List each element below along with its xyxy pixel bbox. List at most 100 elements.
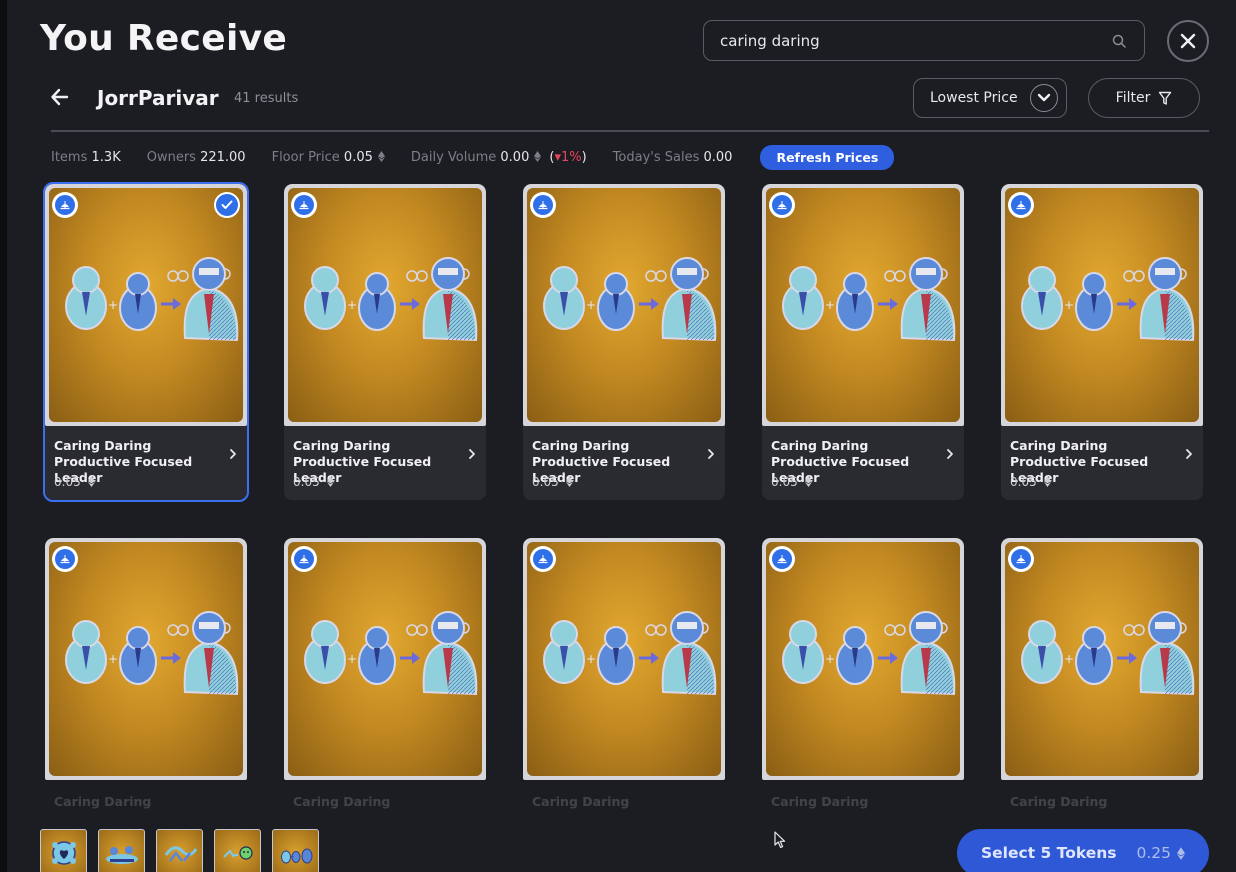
token-image: + bbox=[766, 542, 960, 776]
chevron-right-icon[interactable] bbox=[229, 448, 237, 460]
stat-floor-price: Floor Price 0.05 bbox=[272, 150, 385, 165]
svg-text:+: + bbox=[825, 298, 835, 312]
svg-text:+: + bbox=[347, 298, 357, 312]
svg-text:+: + bbox=[108, 298, 118, 312]
token-price: 0.05 bbox=[54, 475, 95, 489]
token-title: Caring Daring Productive bbox=[1010, 794, 1108, 809]
chain-badge-icon bbox=[1008, 192, 1034, 218]
token-card[interactable]: + Caring Daring Productive Focused Leade… bbox=[523, 184, 725, 500]
stat-floor-value: 0.05 bbox=[343, 149, 373, 165]
svg-text:+: + bbox=[825, 652, 835, 666]
token-artwork: + bbox=[65, 611, 239, 696]
token-price: 0.05 bbox=[1010, 475, 1051, 489]
page-title: You Receive bbox=[40, 18, 288, 59]
stat-owners-value: 221.00 bbox=[200, 149, 246, 165]
selected-token-thumb[interactable] bbox=[156, 829, 203, 872]
search-input[interactable] bbox=[720, 31, 1110, 50]
stat-items-label: Items bbox=[51, 149, 88, 165]
token-artwork: + bbox=[1021, 257, 1195, 342]
token-price-value: 0.05 bbox=[1010, 475, 1037, 489]
svg-text:+: + bbox=[108, 652, 118, 666]
token-card[interactable]: + Caring Daring Productive bbox=[45, 538, 247, 810]
token-image: + bbox=[766, 188, 960, 422]
token-art-thumb bbox=[105, 845, 138, 864]
token-image: + bbox=[49, 542, 243, 776]
close-button[interactable] bbox=[1167, 20, 1209, 62]
stat-owners-label: Owners bbox=[146, 149, 196, 165]
token-image-frame: + bbox=[45, 538, 247, 780]
token-image: + bbox=[288, 188, 482, 422]
chain-badge-icon bbox=[769, 546, 795, 572]
token-art-thumb bbox=[164, 845, 197, 862]
chevron-right-icon[interactable] bbox=[468, 448, 476, 460]
token-price: 0.05 bbox=[532, 475, 573, 489]
token-artwork: + bbox=[543, 257, 717, 342]
token-card[interactable]: + Caring Daring Productive Focused Leade… bbox=[1001, 184, 1203, 500]
token-card[interactable]: + Caring Daring Productive bbox=[523, 538, 725, 810]
token-artwork: + bbox=[543, 611, 717, 696]
stat-items: Items 1.3K bbox=[51, 150, 121, 165]
token-card[interactable]: + Caring Daring Productive bbox=[762, 538, 964, 810]
token-price-value: 0.05 bbox=[532, 475, 559, 489]
chain-badge-icon bbox=[291, 192, 317, 218]
token-card[interactable]: + Caring Daring Productive Focused Leade… bbox=[762, 184, 964, 500]
chain-badge-icon bbox=[291, 546, 317, 572]
chevron-right-icon[interactable] bbox=[946, 448, 954, 460]
token-price-value: 0.05 bbox=[771, 475, 798, 489]
token-image: + bbox=[49, 188, 243, 422]
eth-icon bbox=[565, 476, 573, 487]
chevron-right-icon[interactable] bbox=[707, 448, 715, 460]
collection-name[interactable]: JorrParivar bbox=[97, 86, 219, 110]
chain-badge-icon bbox=[530, 192, 556, 218]
selected-token-thumb[interactable] bbox=[40, 829, 87, 872]
token-image: + bbox=[527, 188, 721, 422]
token-card[interactable]: + Caring Daring Productive Focused Leade… bbox=[284, 184, 486, 500]
eth-icon bbox=[326, 476, 334, 487]
stat-sales-value: 0.00 bbox=[703, 149, 733, 165]
svg-text:+: + bbox=[586, 652, 596, 666]
chain-badge-icon bbox=[52, 192, 78, 218]
filter-label: Filter bbox=[1115, 90, 1151, 106]
selected-token-thumb[interactable]: + bbox=[272, 829, 319, 872]
token-image: + bbox=[1005, 542, 1199, 776]
token-image: + bbox=[1005, 188, 1199, 422]
selected-total: 0.25 bbox=[1136, 844, 1185, 862]
sort-dropdown[interactable]: Lowest Price bbox=[913, 78, 1067, 118]
token-card[interactable]: + Caring Daring Productive bbox=[1001, 538, 1203, 810]
token-artwork: + bbox=[304, 257, 478, 342]
chevron-right-icon[interactable] bbox=[1185, 448, 1193, 460]
token-title: Caring Daring Productive bbox=[54, 794, 152, 809]
token-image-frame: + bbox=[523, 538, 725, 780]
token-image: + bbox=[527, 542, 721, 776]
token-card[interactable]: + Caring Daring Productive bbox=[284, 538, 486, 810]
chain-badge-icon bbox=[52, 546, 78, 572]
token-price: 0.05 bbox=[771, 475, 812, 489]
token-title: Caring Daring Productive bbox=[771, 794, 869, 809]
selected-token-thumb[interactable] bbox=[214, 829, 261, 872]
select-tokens-label: Select 5 Tokens bbox=[981, 844, 1117, 862]
filter-button[interactable]: Filter bbox=[1088, 78, 1200, 118]
svg-text:+: + bbox=[1064, 298, 1074, 312]
stat-owners: Owners 221.00 bbox=[147, 150, 246, 165]
token-artwork: + bbox=[782, 257, 956, 342]
search-box[interactable] bbox=[703, 20, 1145, 61]
search-icon[interactable] bbox=[1110, 32, 1128, 50]
eth-icon bbox=[87, 476, 95, 487]
checkmark-icon bbox=[214, 192, 240, 218]
selected-token-thumb[interactable] bbox=[98, 829, 145, 872]
volume-change-percent: 1% bbox=[560, 149, 582, 165]
back-button[interactable] bbox=[50, 86, 70, 108]
eth-icon bbox=[377, 150, 385, 162]
result-count: 41 results bbox=[234, 91, 299, 106]
token-price-value: 0.05 bbox=[54, 475, 81, 489]
token-image-frame: + bbox=[45, 184, 247, 426]
refresh-prices-button[interactable]: Refresh Prices bbox=[760, 144, 895, 170]
eth-icon bbox=[1177, 846, 1185, 860]
close-icon bbox=[1180, 33, 1196, 49]
svg-text:+: + bbox=[586, 298, 596, 312]
collection-stats: Items 1.3K Owners 221.00 Floor Price 0.0… bbox=[51, 144, 895, 170]
token-card[interactable]: + Caring Daring Productive Focused Leade… bbox=[43, 182, 249, 502]
select-tokens-button[interactable]: Select 5 Tokens 0.25 bbox=[957, 829, 1209, 872]
arrow-left-icon bbox=[51, 88, 69, 106]
svg-text:+: + bbox=[289, 854, 294, 861]
